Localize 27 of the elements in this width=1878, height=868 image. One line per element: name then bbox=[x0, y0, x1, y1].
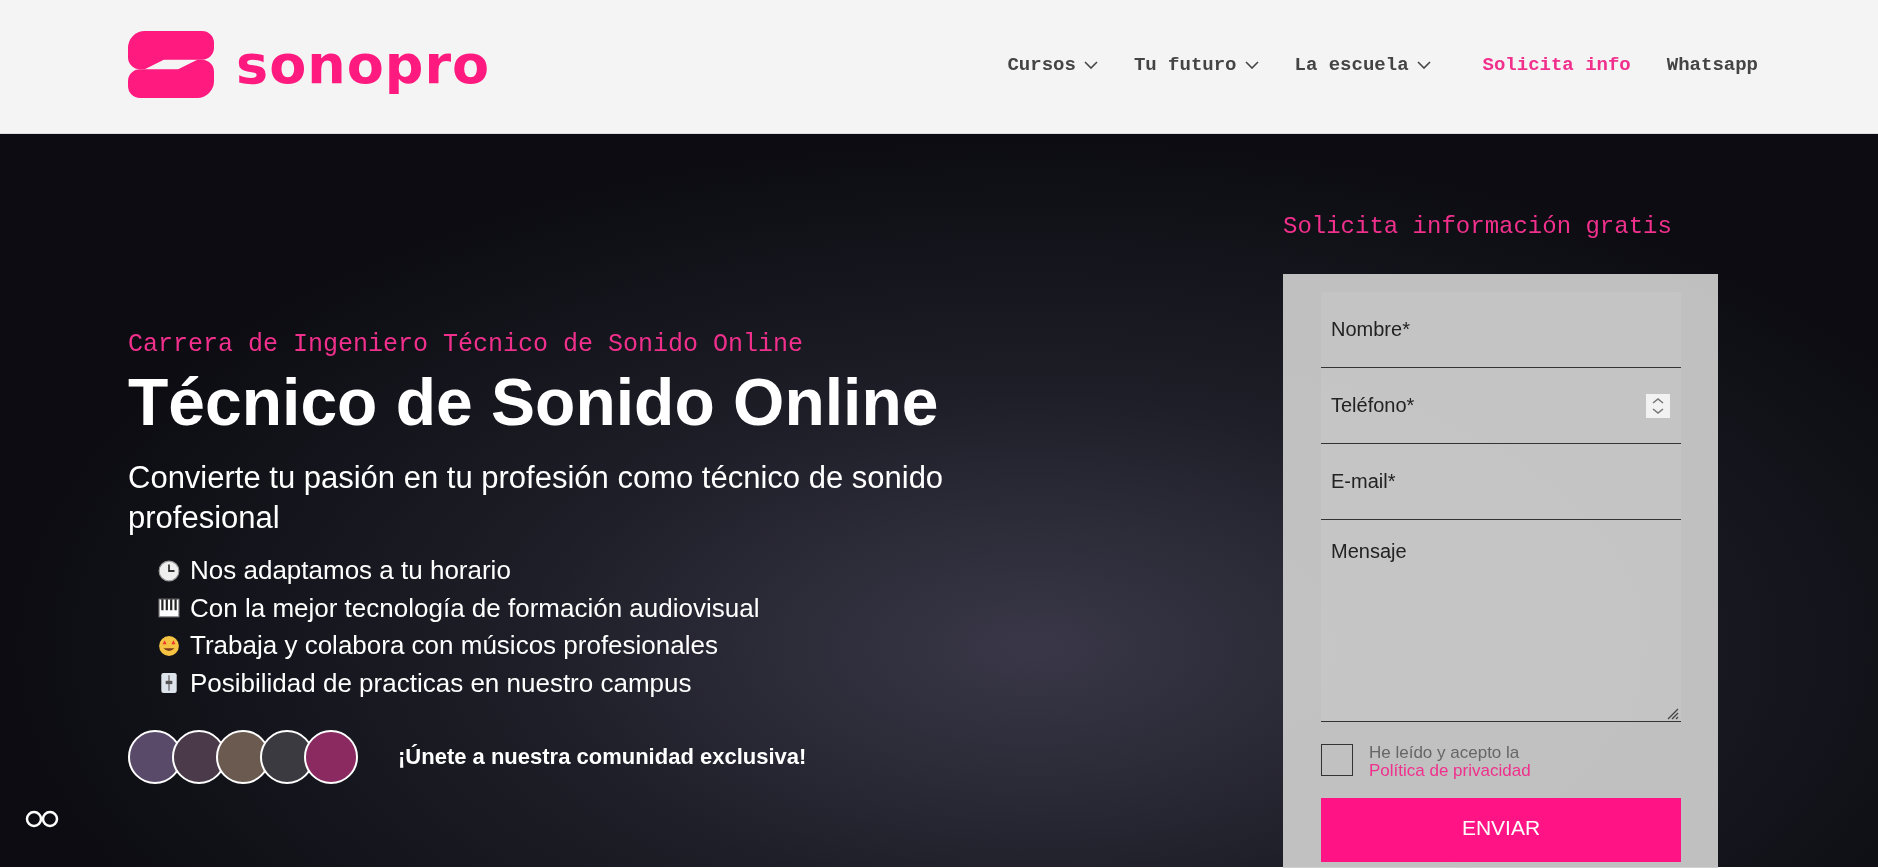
star-eyes-face-icon bbox=[158, 634, 180, 657]
nav-link[interactable]: Tu futuro bbox=[1133, 53, 1259, 76]
feature-text: Posibilidad de practicas en nuestro campus bbox=[190, 666, 692, 700]
consent-text: He leído y acepto la Política de privacidad bbox=[1369, 744, 1532, 780]
feature-text: Nos adaptamos a tu horario bbox=[190, 554, 511, 587]
form-title: Solicita información gratis bbox=[1283, 212, 1673, 242]
spinner-arrows-icon[interactable] bbox=[1646, 394, 1670, 418]
rings-icon[interactable] bbox=[24, 809, 60, 829]
clock-icon bbox=[158, 559, 180, 582]
nav-link[interactable]: La escuela bbox=[1294, 53, 1431, 76]
nav-link[interactable]: Whatsapp bbox=[1666, 53, 1758, 76]
feature-text: Con la mejor tecnología de formación audiovisual bbox=[190, 591, 760, 625]
avatar-photo-placeholder bbox=[304, 730, 358, 784]
feature-text: Trabaja y colabora con músicos profesionales bbox=[190, 629, 718, 662]
community-text: ¡Únete a nuestra comunidad exclusiva! bbox=[398, 744, 807, 770]
chevron-down-icon[interactable] bbox=[1244, 60, 1259, 69]
course-subtitle: Carrera de Ingeniero Técnico de Sonido Online bbox=[128, 330, 805, 360]
piano-keys-icon bbox=[158, 597, 180, 620]
consent-checkbox[interactable] bbox=[1321, 744, 1353, 776]
chevron-down-icon[interactable] bbox=[1083, 60, 1098, 69]
page-title: Técnico de Sonido Online bbox=[128, 364, 940, 440]
chevron-down-icon[interactable] bbox=[1416, 60, 1431, 69]
lead-text: Convierte tu pasión en tu profesión como técnico de sonido profesional bbox=[128, 459, 945, 537]
sliders-icon bbox=[158, 672, 180, 695]
submit-button[interactable]: ENVIAR bbox=[1321, 798, 1681, 862]
nav-link[interactable]: Cursos bbox=[1007, 53, 1098, 76]
resize-grip-icon[interactable] bbox=[1665, 706, 1679, 720]
